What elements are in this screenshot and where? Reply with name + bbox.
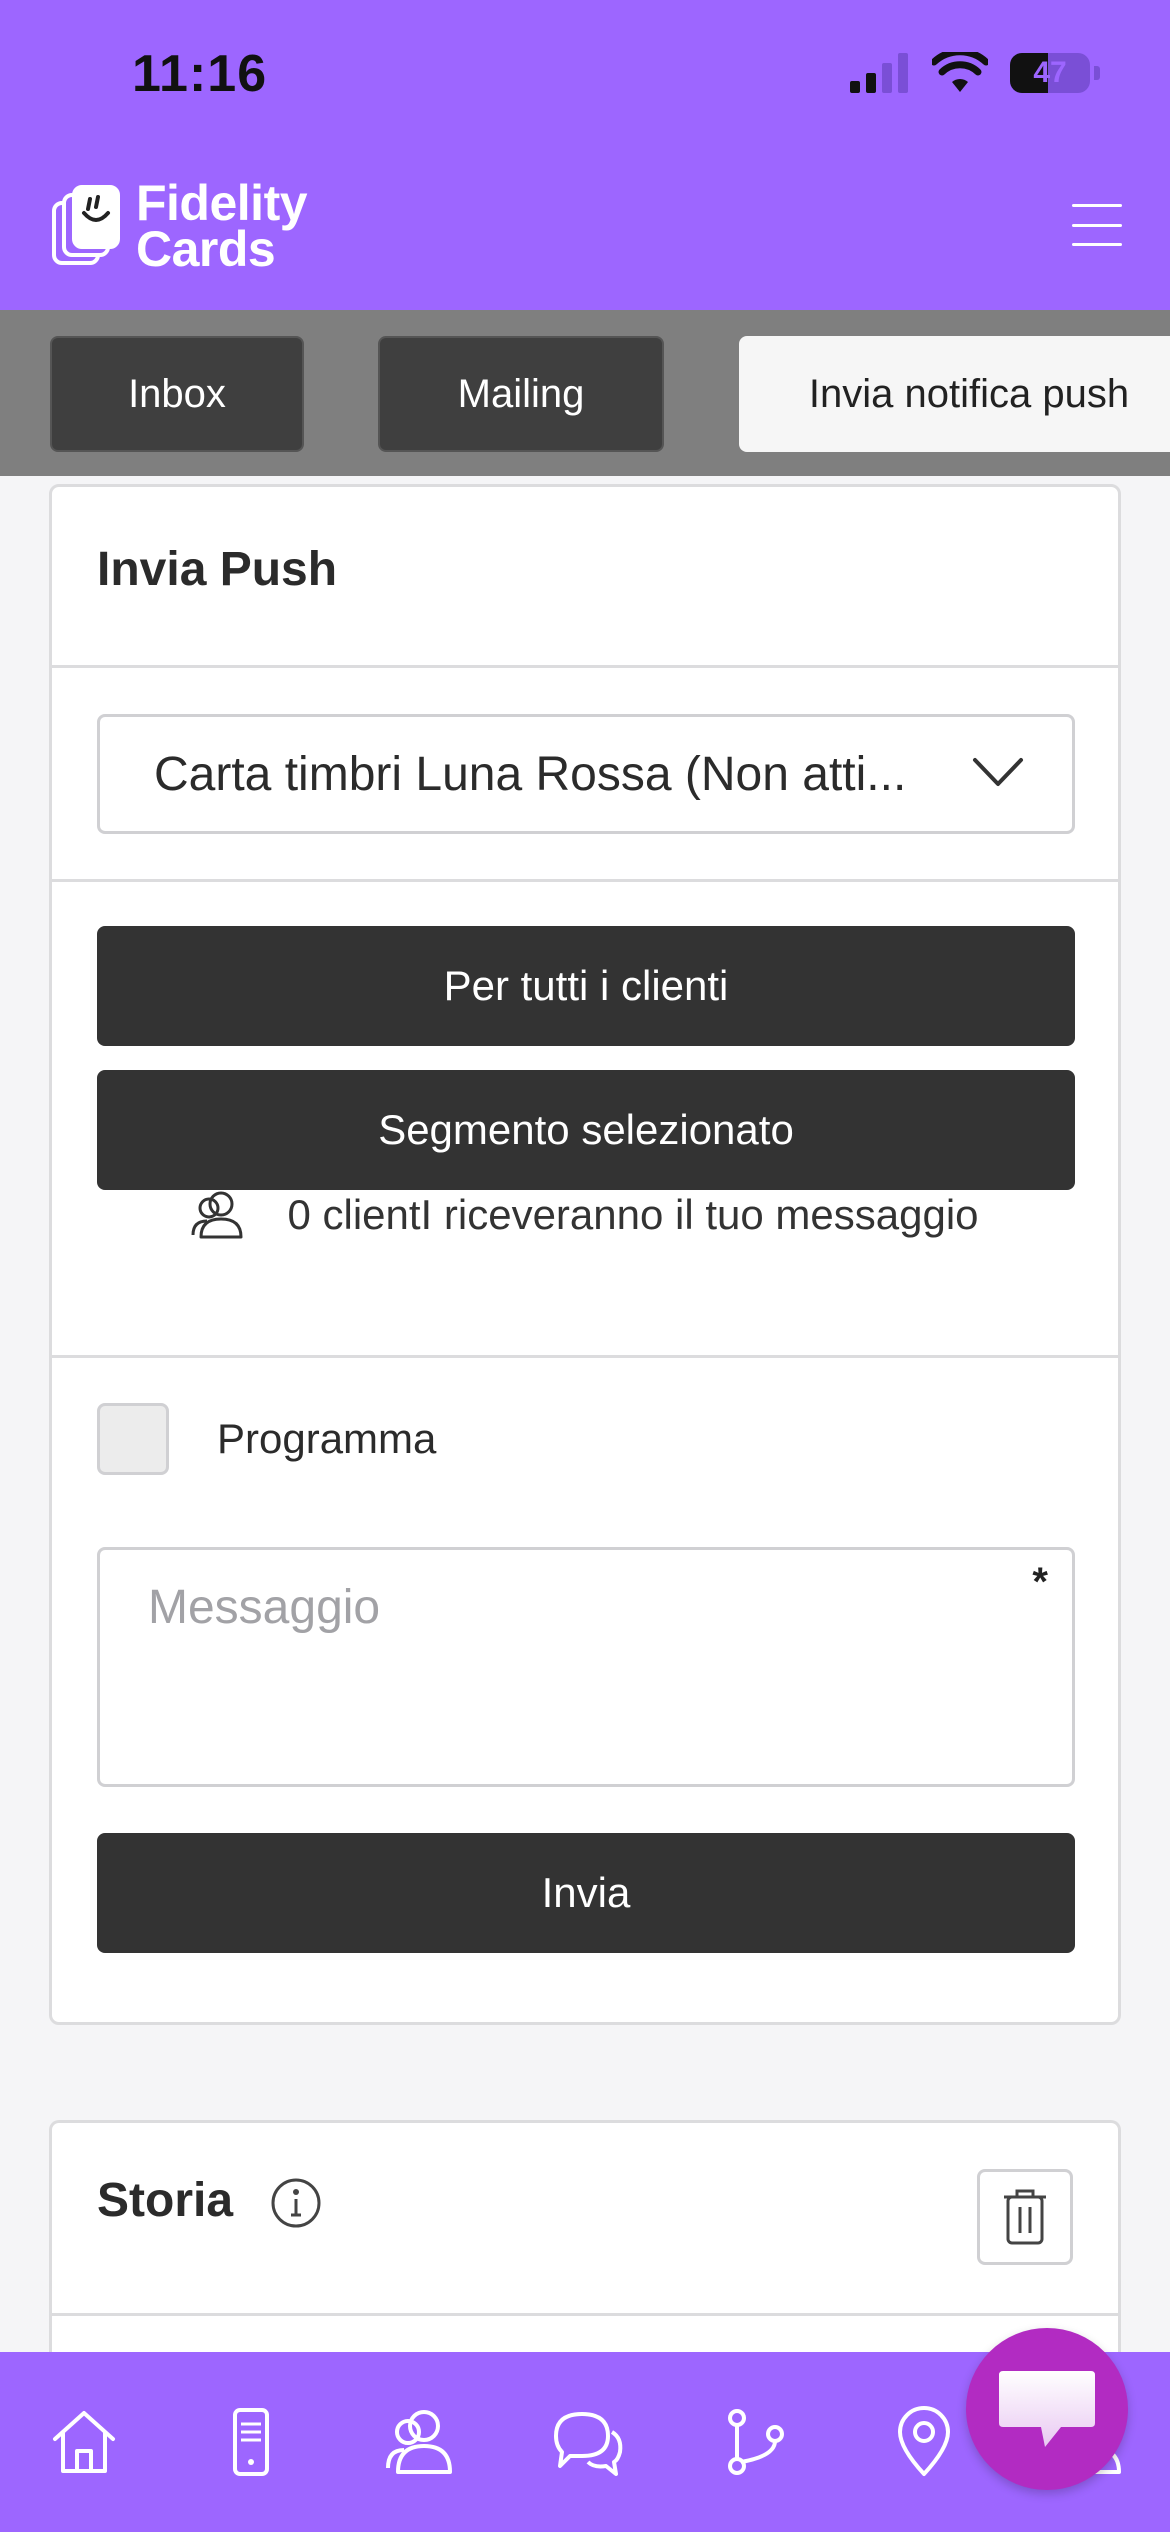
divider <box>52 879 1118 882</box>
chat-fab-button[interactable] <box>966 2328 1128 2490</box>
trash-icon <box>1004 2189 1046 2245</box>
status-bar: 11:16 47 <box>0 0 1170 150</box>
logo-text: Fidelity Cards <box>136 175 308 277</box>
recipients-info: 0 clientI riceveranno il tuo messaggio <box>52 1189 1118 1241</box>
required-mark: * <box>1032 1560 1048 1604</box>
delete-history-button[interactable] <box>977 2169 1073 2265</box>
send-button[interactable]: Invia <box>97 1833 1075 1953</box>
support-chat-icon <box>999 2371 1095 2447</box>
divider <box>52 665 1118 668</box>
message-placeholder: Messaggio <box>148 1581 381 1634</box>
nav-customers-icon[interactable] <box>380 2402 460 2482</box>
push-card-title: Invia Push <box>97 543 338 596</box>
history-card-title: Storia <box>97 2174 234 2227</box>
nav-location-icon[interactable] <box>884 2402 964 2482</box>
users-icon <box>191 1191 243 1239</box>
nav-home-icon[interactable] <box>44 2402 124 2482</box>
nav-chat-icon[interactable] <box>548 2402 628 2482</box>
chevron-down-icon <box>973 758 1023 786</box>
status-time: 11:16 <box>132 45 268 103</box>
fidelity-cards-logo-icon <box>52 185 120 265</box>
schedule-label: Programma <box>217 1415 437 1462</box>
wifi-icon <box>932 52 988 92</box>
logo-line1: Fidelity <box>136 175 308 231</box>
battery-level: 47 <box>1033 56 1067 89</box>
nav-branch-icon[interactable] <box>716 2402 796 2482</box>
tab-inbox[interactable]: Inbox <box>50 336 304 452</box>
app-header: Fidelity Cards <box>0 150 1170 310</box>
divider <box>52 2313 1118 2316</box>
info-icon[interactable] <box>270 2177 322 2229</box>
battery-icon: 47 <box>1010 53 1090 93</box>
divider <box>52 1355 1118 1358</box>
battery-tip <box>1094 66 1100 80</box>
push-card: Invia Push Carta timbri Luna Rossa (Non … <box>49 484 1121 2025</box>
card-select[interactable]: Carta timbri Luna Rossa (Non atti... <box>97 714 1075 834</box>
selected-segment-button[interactable]: Segmento selezionato <box>97 1070 1075 1190</box>
all-customers-button[interactable]: Per tutti i clienti <box>97 926 1075 1046</box>
nav-device-icon[interactable] <box>211 2402 291 2482</box>
status-icons: 47 <box>848 52 1100 94</box>
logo[interactable]: Fidelity Cards <box>50 175 308 277</box>
tab-bar: Inbox Mailing Invia notifica push <box>0 310 1170 476</box>
message-textarea[interactable]: Messaggio * <box>97 1547 1075 1787</box>
schedule-checkbox[interactable] <box>97 1403 169 1475</box>
signal-icon <box>850 53 908 93</box>
card-select-value: Carta timbri Luna Rossa (Non atti... <box>154 748 907 801</box>
logo-line2: Cards <box>136 221 276 277</box>
hamburger-menu-icon[interactable] <box>1072 200 1122 250</box>
tab-push-notification[interactable]: Invia notifica push <box>739 336 1170 452</box>
recipients-text: 0 clientI riceveranno il tuo messaggio <box>287 1191 979 1238</box>
tab-mailing[interactable]: Mailing <box>378 336 664 452</box>
